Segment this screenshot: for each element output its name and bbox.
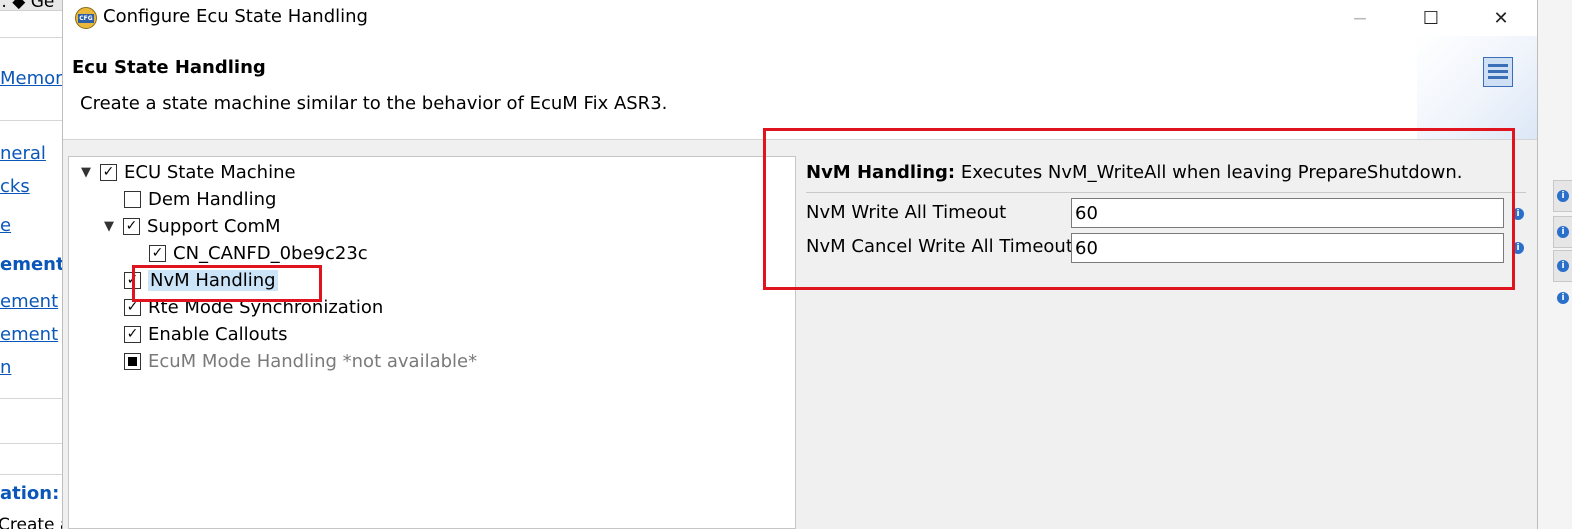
checkbox-indeterminate bbox=[124, 352, 141, 370]
background-window-right: i i i i bbox=[1536, 0, 1572, 529]
tree-item-label: EcuM Mode Handling *not available* bbox=[148, 350, 478, 372]
banner-description: Create a state machine similar to the be… bbox=[80, 93, 668, 114]
checkbox[interactable]: ✓ bbox=[124, 298, 141, 316]
background-link-management-bold[interactable]: ement bbox=[0, 254, 62, 275]
tree-item-label-selected: NvM Handling bbox=[148, 269, 278, 291]
info-icon[interactable]: i bbox=[1512, 208, 1524, 220]
maximize-icon: ☐ bbox=[1422, 7, 1440, 29]
configure-dialog: CFG Configure Ecu State Handling ‒ ☐ ✕ E… bbox=[62, 0, 1538, 529]
details-header: NvM Handling: Executes NvM_WriteAll when… bbox=[806, 162, 1463, 183]
banner-decoration bbox=[1417, 36, 1537, 139]
details-header-text: Executes NvM_WriteAll when leaving Prepa… bbox=[955, 162, 1463, 183]
banner-title: Ecu State Handling bbox=[72, 57, 266, 78]
tree-item-rte-mode-sync[interactable]: ✓ Rte Mode Synchronization bbox=[124, 294, 383, 320]
checkbox[interactable]: ✓ bbox=[149, 244, 166, 262]
minimize-button[interactable]: ‒ bbox=[1337, 0, 1383, 36]
divider bbox=[0, 443, 62, 444]
background-section-text: Create a bbox=[0, 515, 62, 529]
background-link-general[interactable]: neral bbox=[0, 143, 46, 164]
close-icon: ✕ bbox=[1493, 7, 1509, 29]
details-header-title: NvM Handling: bbox=[806, 162, 956, 183]
divider bbox=[0, 120, 62, 121]
tree-item-ecum-mode-handling: EcuM Mode Handling *not available* bbox=[124, 348, 477, 374]
tree-item-nvm-handling[interactable]: ✓ NvM Handling bbox=[124, 267, 278, 293]
info-icon[interactable]: i bbox=[1557, 292, 1569, 304]
nvm-cancel-write-all-timeout-input[interactable] bbox=[1071, 233, 1504, 263]
info-icon[interactable]: i bbox=[1557, 226, 1569, 238]
background-link-memory[interactable]: Memor bbox=[0, 68, 62, 89]
divider bbox=[0, 37, 62, 38]
chevron-down-icon[interactable]: ▼ bbox=[101, 218, 117, 234]
background-link-management-3[interactable]: ement bbox=[0, 324, 58, 345]
info-icon[interactable]: i bbox=[1557, 260, 1569, 272]
background-section-title: ation: E bbox=[0, 483, 62, 504]
details-panel: NvM Handling: Executes NvM_WriteAll when… bbox=[796, 140, 1537, 529]
tree-item-label: CN_CANFD_0be9c23c bbox=[173, 242, 368, 264]
tree-item-support-comm[interactable]: ▼ ✓ Support ComM bbox=[101, 213, 281, 239]
feature-tree: ▼ ✓ ECU State Machine Dem Handling ▼ ✓ S… bbox=[68, 156, 796, 529]
dialog-content: ▼ ✓ ECU State Machine Dem Handling ▼ ✓ S… bbox=[63, 140, 1537, 529]
maximize-button[interactable]: ☐ bbox=[1408, 0, 1454, 36]
dialog-titlebar[interactable]: CFG Configure Ecu State Handling ‒ ☐ ✕ bbox=[63, 0, 1537, 36]
nvm-write-all-timeout-input[interactable] bbox=[1071, 198, 1504, 228]
divider bbox=[0, 474, 62, 475]
background-link-management-2[interactable]: ement bbox=[0, 291, 58, 312]
tree-item-enable-callouts[interactable]: ✓ Enable Callouts bbox=[124, 321, 288, 347]
checkbox[interactable]: ✓ bbox=[123, 217, 140, 235]
info-icon[interactable]: i bbox=[1557, 190, 1569, 202]
tree-item-label: Dem Handling bbox=[148, 188, 277, 210]
checkbox[interactable]: ✓ bbox=[100, 163, 117, 181]
divider bbox=[806, 192, 1526, 193]
wizard-banner: Ecu State Handling Create a state machin… bbox=[63, 36, 1537, 140]
tree-item-cn-canfd[interactable]: ✓ CN_CANFD_0be9c23c bbox=[149, 240, 368, 266]
background-link-callbacks[interactable]: cks bbox=[0, 176, 30, 197]
nvm-cancel-write-all-timeout-label: NvM Cancel Write All Timeout bbox=[806, 236, 1073, 257]
background-link-n[interactable]: n bbox=[0, 357, 11, 378]
cfg-app-icon: CFG bbox=[75, 7, 97, 29]
info-icon[interactable]: i bbox=[1512, 242, 1524, 254]
background-fragment-top: .. ◆ Ge bbox=[0, 0, 55, 12]
close-button[interactable]: ✕ bbox=[1478, 0, 1524, 36]
tree-item-label: Rte Mode Synchronization bbox=[148, 296, 384, 318]
checkbox[interactable]: ✓ bbox=[124, 271, 141, 289]
tree-item-label: Support ComM bbox=[147, 215, 281, 237]
tree-item-ecu-state-machine[interactable]: ▼ ✓ ECU State Machine bbox=[78, 159, 296, 185]
nvm-write-all-timeout-label: NvM Write All Timeout bbox=[806, 202, 1007, 223]
chevron-down-icon[interactable]: ▼ bbox=[78, 164, 94, 180]
app-icon-label: CFG bbox=[78, 14, 94, 23]
tree-item-label: Enable Callouts bbox=[148, 323, 288, 345]
wizard-icon bbox=[1483, 57, 1513, 87]
tree-item-dem-handling[interactable]: Dem Handling bbox=[124, 186, 276, 212]
background-window-left: .. ◆ Ge Memor neral cks e ement ement em… bbox=[0, 0, 63, 529]
checkbox[interactable] bbox=[124, 190, 141, 208]
tree-item-label: ECU State Machine bbox=[124, 161, 296, 183]
dialog-title: Configure Ecu State Handling bbox=[103, 6, 368, 27]
background-link-e[interactable]: e bbox=[0, 215, 11, 236]
checkbox[interactable]: ✓ bbox=[124, 325, 141, 343]
divider bbox=[0, 398, 62, 399]
